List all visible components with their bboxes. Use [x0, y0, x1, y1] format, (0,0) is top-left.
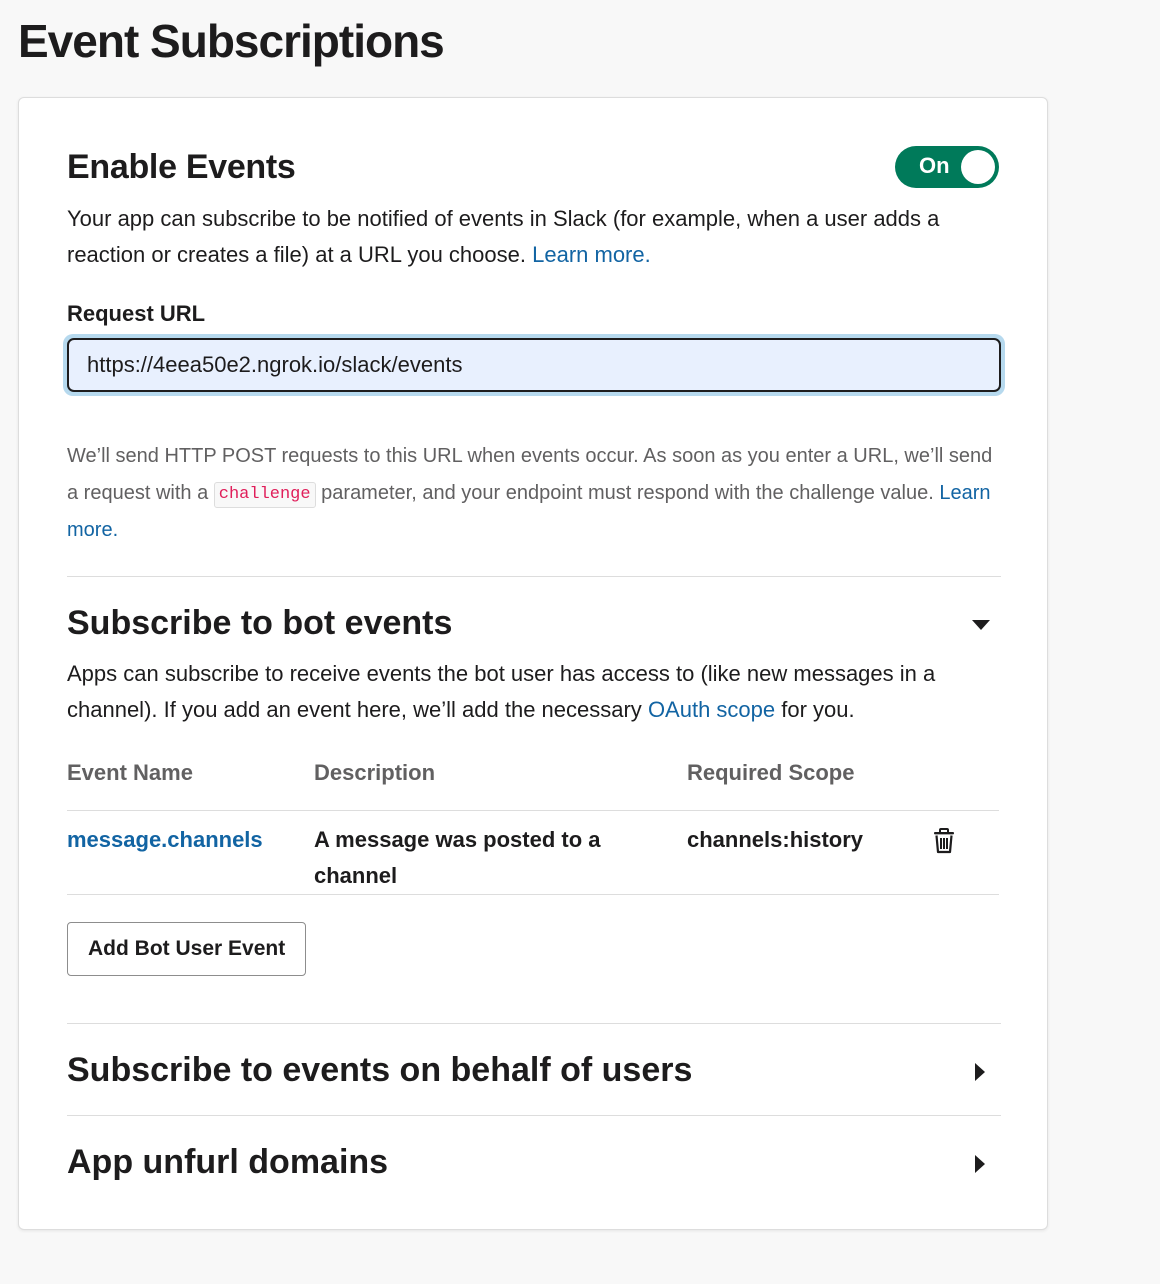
bot-events-title[interactable]: Subscribe to bot events [67, 604, 1001, 643]
chevron-down-icon[interactable] [971, 618, 991, 637]
request-url-help: We’ll send HTTP POST requests to this UR… [67, 438, 1001, 549]
oauth-scope-link[interactable]: OAuth scope [648, 697, 775, 722]
column-header-event-name: Event Name [67, 760, 193, 785]
trash-icon[interactable] [933, 828, 955, 859]
enable-events-toggle[interactable]: On [895, 146, 999, 188]
column-header-required-scope: Required Scope [687, 760, 855, 785]
column-header-description: Description [314, 760, 436, 785]
enable-events-description-text: Your app can subscribe to be notified of… [67, 206, 940, 267]
toggle-label: On [919, 153, 950, 178]
toggle-knob [961, 150, 995, 184]
event-subscriptions-card: Enable Events On Your app can subscribe … [18, 97, 1048, 1230]
page-title: Event Subscriptions [18, 15, 445, 67]
event-description-cell: A message was posted to a channel [314, 827, 601, 888]
user-events-title[interactable]: Subscribe to events on behalf of users [67, 1051, 1001, 1090]
challenge-code: challenge [213, 482, 316, 508]
add-bot-user-event-button[interactable]: Add Bot User Event [67, 922, 307, 976]
section-divider [67, 576, 1001, 577]
enable-events-description: Your app can subscribe to be notified of… [67, 201, 1001, 273]
learn-more-link[interactable]: Learn more. [532, 242, 651, 267]
event-name-cell[interactable]: message.channels [67, 822, 263, 858]
required-scope-cell: channels:history [687, 827, 864, 852]
chevron-right-icon[interactable] [973, 1154, 987, 1179]
request-url-focus-ring [63, 334, 1005, 396]
chevron-right-icon[interactable] [973, 1062, 987, 1087]
unfurl-domains-title[interactable]: App unfurl domains [67, 1143, 1001, 1182]
enable-events-title: Enable Events [67, 148, 296, 186]
request-url-label: Request URL [67, 301, 206, 326]
request-url-input[interactable] [67, 338, 1001, 392]
bot-events-description: Apps can subscribe to receive events the… [67, 656, 1001, 728]
section-divider [67, 1115, 1001, 1116]
table-row-divider [67, 894, 999, 895]
table-row-divider [67, 810, 999, 811]
bot-events-description-suffix: for you. [781, 697, 855, 722]
help-text-suffix: parameter, and your endpoint must respon… [321, 482, 934, 504]
section-divider [67, 1023, 1001, 1024]
